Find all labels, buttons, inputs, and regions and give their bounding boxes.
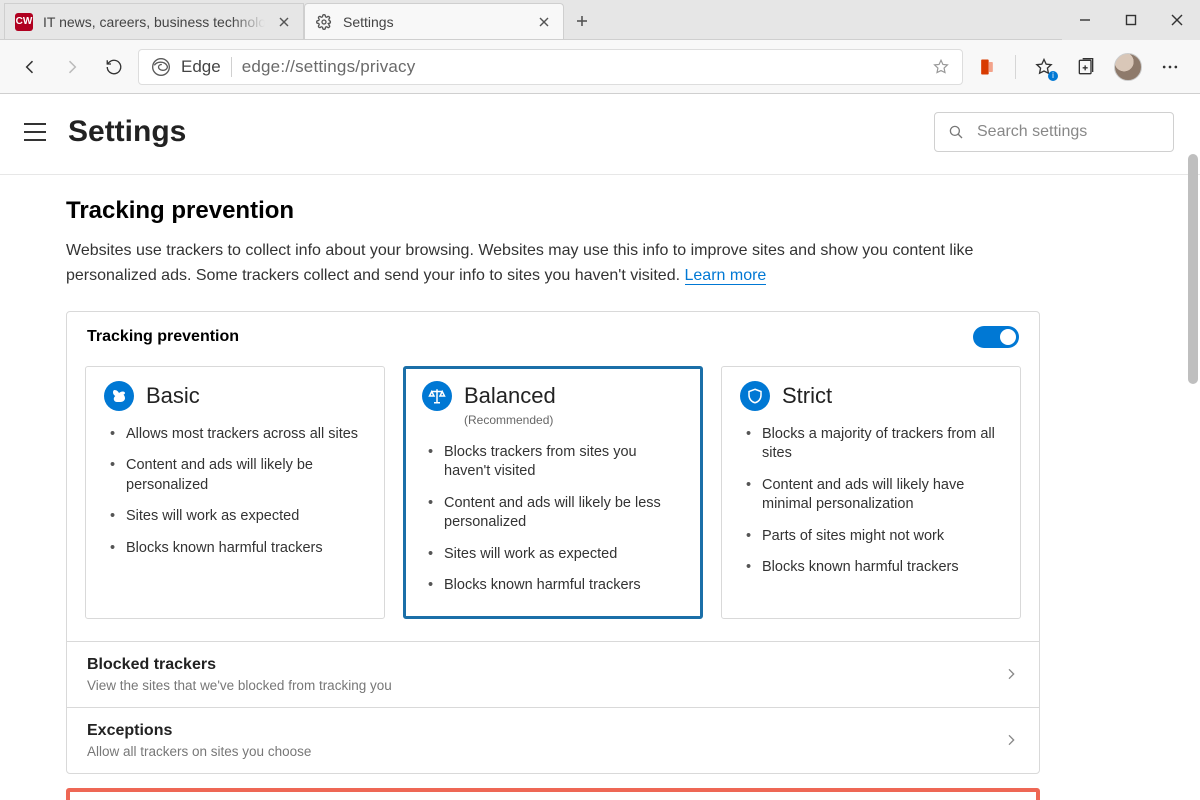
search-input[interactable]: [975, 122, 1186, 142]
search-icon: [947, 123, 965, 141]
level-bullet: Sites will work as expected: [110, 501, 366, 533]
level-bullet: Blocks known harmful trackers: [428, 570, 684, 602]
address-url: edge://settings/privacy: [242, 57, 922, 77]
level-bullet: Content and ads will likely be less pers…: [428, 488, 684, 539]
office-extension-icon[interactable]: [969, 49, 1005, 85]
tab-strip: CW IT news, careers, business technology…: [0, 0, 1200, 40]
level-bullet: Content and ads will likely have minimal…: [746, 470, 1002, 521]
tracking-prevention-card: Tracking prevention Basic Allows most tra…: [66, 311, 1040, 774]
level-title: Balanced: [464, 383, 556, 409]
row-desc: View the sites that we've blocked from t…: [87, 678, 392, 693]
level-title: Strict: [782, 383, 832, 409]
avatar: [1114, 53, 1142, 81]
nav-back-button[interactable]: [12, 49, 48, 85]
level-bullet: Content and ads will likely be personali…: [110, 450, 366, 501]
window-maximize-button[interactable]: [1108, 0, 1154, 40]
card-title: Tracking prevention: [87, 328, 239, 346]
edge-logo-icon: [151, 57, 171, 77]
window-close-button[interactable]: [1154, 0, 1200, 40]
scrollbar[interactable]: [1186, 94, 1200, 800]
browser-toolbar: Edge edge://settings/privacy i: [0, 40, 1200, 94]
level-subtitle: (Recommended): [464, 413, 684, 427]
level-bullet: Blocks a majority of trackers from all s…: [746, 419, 1002, 470]
gear-icon: [315, 13, 333, 31]
level-bullet: Blocks known harmful trackers: [746, 552, 1002, 584]
new-tab-button[interactable]: [564, 3, 600, 39]
close-icon[interactable]: [275, 13, 293, 31]
level-title: Basic: [146, 383, 200, 409]
separator: [1015, 55, 1016, 79]
settings-page: Settings Tracking prevention Websites us…: [0, 94, 1200, 800]
section-heading: Tracking prevention: [66, 197, 1040, 225]
level-bullets: Blocks trackers from sites you haven't v…: [422, 437, 684, 602]
tab-label: IT news, careers, business technology: [43, 14, 265, 30]
row-desc: Allow all trackers on sites you choose: [87, 744, 311, 759]
strict-inprivate-row: Always use "Strict" tracking prevention …: [66, 788, 1040, 800]
row-title: Blocked trackers: [87, 656, 392, 674]
level-bullet: Sites will work as expected: [428, 539, 684, 571]
address-bar[interactable]: Edge edge://settings/privacy: [138, 49, 963, 85]
row-title: Exceptions: [87, 722, 311, 740]
settings-row-blocked-trackers[interactable]: Blocked trackers View the sites that we'v…: [67, 641, 1039, 707]
separator: [231, 57, 232, 77]
chevron-right-icon: [1003, 666, 1019, 682]
shield-icon: [740, 381, 770, 411]
close-icon[interactable]: [535, 13, 553, 31]
level-bullets: Blocks a majority of trackers from all s…: [740, 419, 1002, 584]
chevron-right-icon: [1003, 732, 1019, 748]
tracking-toggle[interactable]: [973, 326, 1019, 348]
page-title: Settings: [68, 115, 186, 149]
nav-refresh-button[interactable]: [96, 49, 132, 85]
tab-cw-news[interactable]: CW IT news, careers, business technology: [4, 3, 304, 39]
level-bullet: Parts of sites might not work: [746, 521, 1002, 553]
level-strict[interactable]: Strict Blocks a majority of trackers from…: [721, 366, 1021, 619]
favorite-star-icon[interactable]: [932, 58, 950, 76]
settings-row-exceptions[interactable]: Exceptions Allow all trackers on sites yo…: [67, 707, 1039, 773]
favicon-cw: CW: [15, 13, 33, 31]
profile-button[interactable]: [1110, 49, 1146, 85]
notification-dot: i: [1048, 71, 1058, 81]
favorites-button[interactable]: i: [1026, 49, 1062, 85]
level-bullet: Blocks known harmful trackers: [110, 533, 366, 565]
browser-name-label: Edge: [181, 57, 221, 77]
section-description: Websites use trackers to collect info ab…: [66, 239, 1040, 289]
collections-button[interactable]: [1068, 49, 1104, 85]
level-bullets: Allows most trackers across all sitesCon…: [104, 419, 366, 565]
scales-icon: [422, 381, 452, 411]
menu-button[interactable]: [24, 123, 46, 141]
tab-label: Settings: [343, 14, 525, 30]
level-bullet: Allows most trackers across all sites: [110, 419, 366, 451]
level-bullet: Blocks trackers from sites you haven't v…: [428, 437, 684, 488]
squirrel-icon: [104, 381, 134, 411]
window-minimize-button[interactable]: [1062, 0, 1108, 40]
learn-more-link[interactable]: Learn more: [685, 267, 767, 285]
scrollbar-thumb[interactable]: [1188, 154, 1198, 384]
settings-search[interactable]: [934, 112, 1174, 152]
nav-forward-button[interactable]: [54, 49, 90, 85]
tab-settings[interactable]: Settings: [304, 3, 564, 39]
more-menu-button[interactable]: [1152, 49, 1188, 85]
level-basic[interactable]: Basic Allows most trackers across all sit…: [85, 366, 385, 619]
level-balanced[interactable]: Balanced (Recommended) Blocks trackers fro…: [403, 366, 703, 619]
